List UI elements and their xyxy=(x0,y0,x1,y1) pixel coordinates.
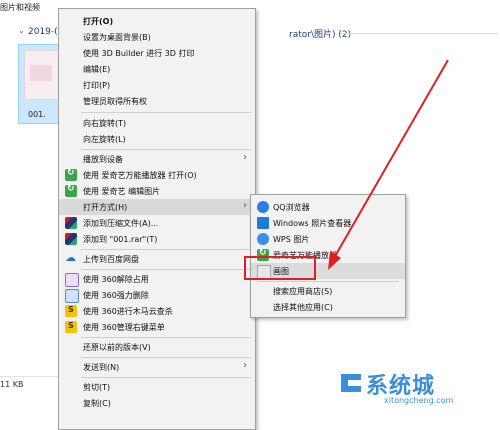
watermark-logo-icon xyxy=(341,374,361,392)
watermark-url: xitongcheng.com xyxy=(384,396,454,405)
annotation-arrow xyxy=(328,59,449,270)
